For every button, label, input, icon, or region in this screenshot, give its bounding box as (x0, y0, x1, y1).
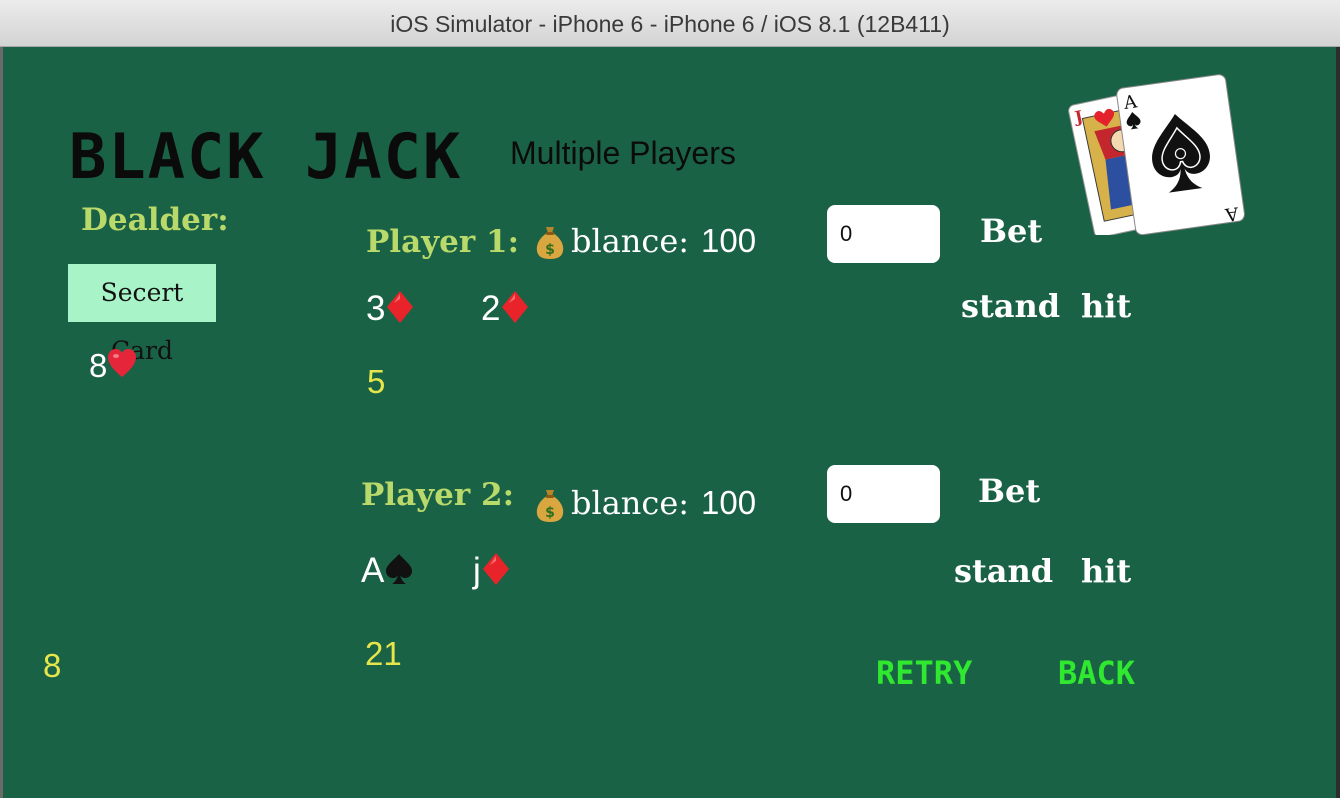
player-2-card: A (361, 551, 414, 591)
heart-icon (107, 347, 137, 381)
playing-cards-icon: J A A (1068, 74, 1245, 235)
diamond-icon (481, 552, 511, 586)
dealer-card-rank: 8 (89, 347, 108, 384)
player-1-label: Player 1: (366, 224, 520, 260)
card-rank: A (361, 551, 385, 590)
player-2-hit-button[interactable]: hit (1081, 552, 1131, 590)
diamond-icon (500, 290, 530, 324)
player-2-balance-label: blance: (571, 484, 690, 522)
window-edge (1336, 47, 1340, 798)
player-1-balance-value: 100 (701, 222, 757, 259)
secret-card-button[interactable]: Secert Card (68, 264, 216, 365)
player-2-bet-input[interactable] (827, 465, 940, 523)
player-2-balance-value: 100 (701, 484, 757, 521)
player-1-card: 2 (481, 289, 530, 329)
money-bag-icon (535, 487, 565, 523)
player-2-card: j (473, 551, 511, 591)
player-1-bet-button[interactable]: Bet (980, 212, 1042, 250)
card-rank: 3 (366, 289, 386, 328)
card-rank: 2 (481, 289, 501, 328)
diamond-icon (385, 290, 415, 324)
back-button[interactable]: BACK (1058, 654, 1135, 692)
player-2-bet-button[interactable]: Bet (978, 472, 1040, 510)
player-2-stand-button[interactable]: stand (954, 552, 1053, 590)
player-1-card: 3 (366, 289, 415, 329)
retry-button[interactable]: RETRY (876, 654, 972, 692)
dealer-card: 8 (89, 347, 137, 385)
player-1-stand-button[interactable]: stand (961, 287, 1060, 325)
money-bag-icon (535, 224, 565, 260)
player-1-bet-input[interactable] (827, 205, 940, 263)
dealer-label: Dealder: (81, 202, 229, 238)
window-title: iOS Simulator - iPhone 6 - iPhone 6 / iO… (390, 11, 950, 37)
game-mode-label: Multiple Players (510, 135, 736, 171)
player-1-total: 5 (367, 363, 386, 400)
game-title: BLACK JACK (69, 120, 463, 193)
spade-icon (384, 552, 414, 586)
dealer-total: 8 (43, 647, 62, 684)
player-2-total: 21 (365, 635, 402, 672)
player-2-label: Player 2: (361, 477, 515, 513)
window-titlebar: iOS Simulator - iPhone 6 - iPhone 6 / iO… (0, 0, 1340, 47)
player-1-balance-label: blance: (571, 222, 690, 260)
game-screen: BLACK JACK Multiple Players J A A Dealde… (3, 47, 1336, 798)
player-1-hit-button[interactable]: hit (1081, 287, 1131, 325)
card-rank: j (473, 551, 481, 590)
